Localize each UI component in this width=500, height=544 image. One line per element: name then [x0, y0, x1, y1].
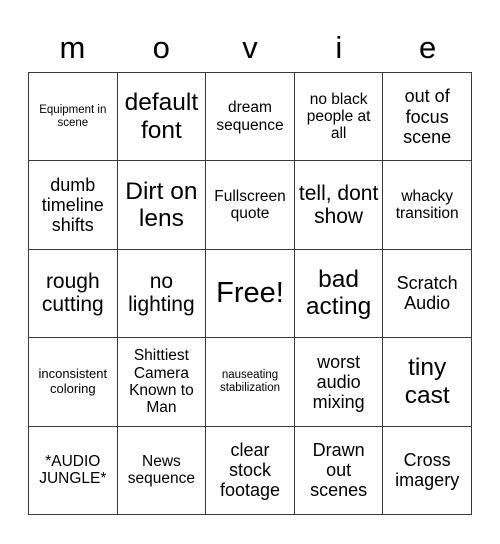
bingo-cell-r5c2[interactable]: News sequence	[117, 426, 207, 515]
bingo-cell-label: default font	[124, 89, 199, 144]
bingo-cell-r4c2[interactable]: Shittiest Camera Known to Man	[117, 338, 207, 427]
header-letter-5: e	[418, 29, 437, 65]
bingo-cell-label: News sequence	[127, 452, 195, 488]
header-letter-3: v	[242, 29, 258, 65]
bingo-cell-r3c5[interactable]: Scratch Audio	[383, 249, 472, 339]
bingo-cell-r5c5[interactable]: Cross imagery	[383, 426, 472, 515]
bingo-cell-label: Dirt on lens	[125, 177, 198, 233]
bingo-cell-r1c4[interactable]: no black people at all	[294, 73, 384, 162]
bingo-cell-label: Scratch Audio	[396, 273, 458, 314]
bingo-cell-r5c4[interactable]: Drawn out scenes	[294, 426, 384, 515]
free-space-label: Free!	[216, 277, 284, 310]
header-letter-1: m	[59, 29, 86, 65]
bingo-cell-r1c3[interactable]: dream sequence	[206, 73, 295, 162]
bingo-cell-label: Shittiest Camera Known to Man	[129, 347, 194, 417]
bingo-cell-r4c3[interactable]: nauseating stabilization	[206, 338, 295, 427]
bingo-cell-label: whacky transition	[395, 187, 459, 223]
bingo-cell-r5c3[interactable]: clear stock footage	[206, 426, 295, 515]
bingo-cell-label: no black people at all	[306, 90, 371, 143]
header-letter-4: i	[335, 29, 343, 65]
bingo-cell-label: nauseating stabilization	[219, 369, 281, 394]
bingo-grid: Equipment in scene default font dream se…	[28, 72, 472, 515]
bingo-cell-r1c1[interactable]: Equipment in scene	[29, 73, 118, 162]
bingo-cell-r4c1[interactable]: inconsistent coloring	[29, 338, 118, 427]
header-letter-2: o	[152, 29, 170, 65]
bingo-cell-free-space[interactable]: Free!	[206, 249, 295, 339]
bingo-cell-label: rough cutting	[41, 269, 104, 317]
bingo-cell-r4c4[interactable]: worst audio mixing	[294, 338, 384, 427]
bingo-cell-label: worst audio mixing	[312, 351, 365, 412]
bingo-cell-label: tell, dont show	[298, 181, 379, 229]
bingo-cell-label: bad acting	[305, 266, 372, 321]
bingo-cell-r3c4[interactable]: bad acting	[294, 249, 384, 339]
bingo-cell-r2c2[interactable]: Dirt on lens	[117, 161, 207, 250]
bingo-cell-r2c4[interactable]: tell, dont show	[294, 161, 384, 250]
bingo-cell-label: no lighting	[128, 269, 195, 317]
bingo-cell-r4c5[interactable]: tiny cast	[383, 338, 472, 427]
bingo-cell-label: Drawn out scenes	[310, 440, 368, 501]
bingo-card: m o v i e Equipment in scene default fon…	[0, 0, 500, 544]
bingo-cell-label: clear stock footage	[219, 440, 281, 501]
bingo-cell-label: inconsistent coloring	[38, 366, 108, 396]
bingo-cell-label: *AUDIO JUNGLE*	[39, 452, 107, 488]
bingo-cell-r3c2[interactable]: no lighting	[117, 249, 207, 339]
bingo-cell-label: Equipment in scene	[39, 103, 107, 129]
bingo-cell-label: out of focus scene	[403, 86, 452, 147]
bingo-cell-r5c1[interactable]: *AUDIO JUNGLE*	[29, 426, 118, 515]
bingo-cell-r1c2[interactable]: default font	[117, 73, 207, 162]
bingo-cell-r1c5[interactable]: out of focus scene	[383, 73, 472, 162]
bingo-cell-r2c3[interactable]: Fullscreen quote	[206, 161, 295, 250]
bingo-header: m o v i e	[28, 22, 472, 72]
bingo-cell-label: Fullscreen quote	[214, 187, 286, 223]
bingo-cell-label: dumb timeline shifts	[41, 174, 104, 236]
bingo-cell-r3c1[interactable]: rough cutting	[29, 249, 118, 339]
bingo-cell-label: tiny cast	[404, 354, 450, 409]
bingo-cell-r2c5[interactable]: whacky transition	[383, 161, 472, 250]
bingo-cell-r2c1[interactable]: dumb timeline shifts	[29, 161, 118, 250]
bingo-cell-label: Cross imagery	[395, 450, 460, 491]
bingo-cell-label: dream sequence	[216, 99, 284, 134]
